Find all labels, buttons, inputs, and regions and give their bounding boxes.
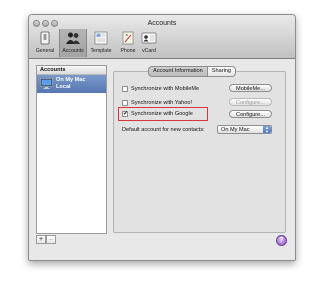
default-account-select[interactable]: On My Mac ▲ ▼	[217, 125, 272, 134]
yahoo-configure-button[interactable]: Configure...	[229, 98, 272, 106]
window-title: Accounts	[147, 20, 177, 27]
title-bar: Accounts General Accounts Template Phone…	[29, 15, 295, 59]
toolbar-template[interactable]: Template	[87, 29, 115, 57]
help-button[interactable]: ?	[276, 235, 287, 246]
yahoo-label: Synchronize with Yahoo!	[131, 100, 193, 106]
tab-account-information[interactable]: Account Information	[148, 66, 208, 77]
toolbar-vcard[interactable]: vCard	[135, 29, 163, 57]
account-name: On My Mac	[56, 77, 86, 83]
mobileme-checkbox[interactable]	[122, 86, 128, 92]
default-account-value: On My Mac	[221, 127, 250, 133]
google-label: Synchronize with Google	[131, 111, 193, 117]
accounts-list-header: Accounts	[37, 66, 106, 75]
phone-icon	[122, 31, 134, 45]
toolbar-accounts[interactable]: Accounts	[59, 29, 87, 57]
mobileme-label: Synchronize with MobileMe	[131, 86, 200, 92]
remove-account-button[interactable]: –	[46, 235, 56, 244]
add-account-button[interactable]: +	[36, 235, 46, 244]
toolbar-general-label: General	[35, 48, 55, 54]
default-account-label: Default account for new contacts:	[122, 127, 205, 133]
toolbar-accounts-label: Accounts	[62, 48, 84, 54]
toolbar-vcard-label: vCard	[142, 48, 156, 54]
toolbar-template-label: Template	[90, 48, 112, 54]
select-arrows-icon: ▲ ▼	[263, 126, 271, 133]
computer-icon	[40, 78, 53, 89]
google-configure-button[interactable]: Configure...	[229, 110, 272, 118]
toolbar-general[interactable]: General	[31, 29, 59, 57]
template-icon	[94, 31, 108, 45]
mobileme-button[interactable]: MobileMe...	[229, 84, 272, 92]
yahoo-checkbox[interactable]	[122, 100, 128, 106]
vcard-icon	[141, 32, 157, 44]
accounts-list[interactable]: Accounts On My Mac Local	[36, 65, 107, 234]
switch-icon	[40, 31, 50, 45]
account-item-on-my-mac[interactable]: On My Mac Local	[37, 75, 106, 93]
account-type: Local	[56, 84, 71, 90]
people-icon	[66, 32, 80, 44]
tab-sharing[interactable]: Sharing	[207, 66, 237, 77]
account-info-panel	[113, 71, 286, 233]
google-checkbox[interactable]	[122, 110, 128, 117]
tab-bar: Account Information Sharing	[148, 66, 237, 77]
